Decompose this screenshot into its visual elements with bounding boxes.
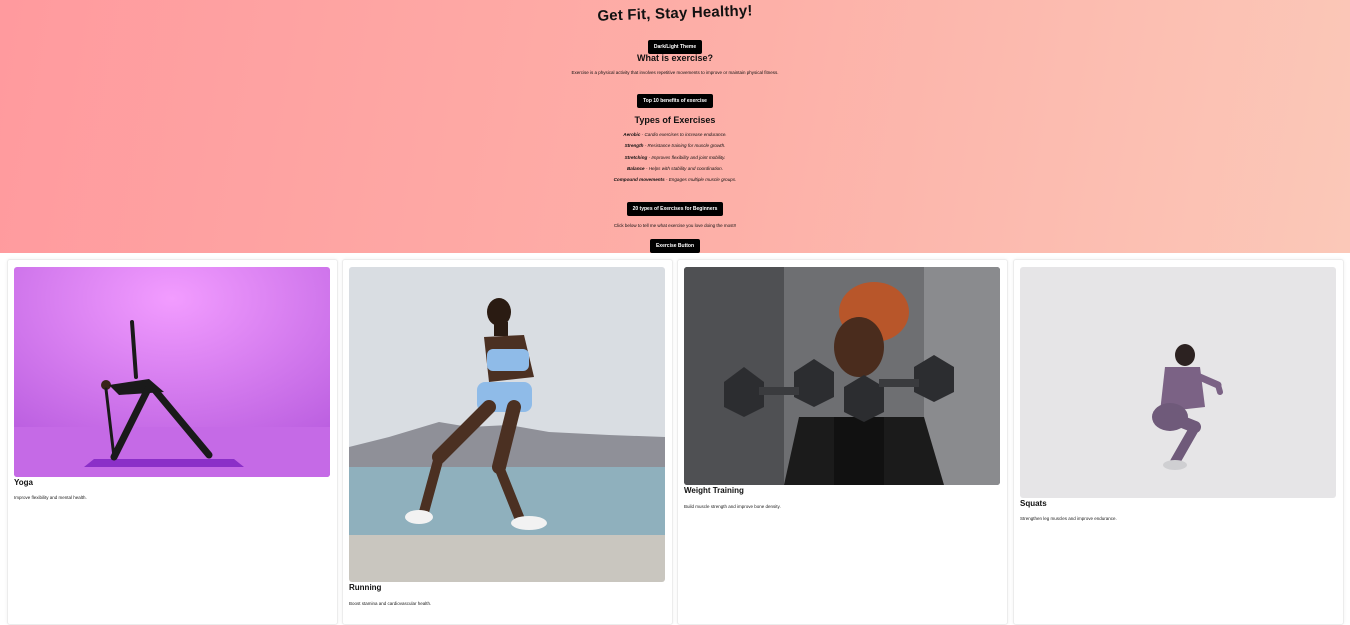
card-squats: Squats Strengthen leg muscles and improv… [1013, 259, 1344, 625]
card-title: Running [349, 583, 382, 592]
what-text: Exercise is a physical activity that inv… [571, 70, 779, 75]
exercise-button[interactable]: Exercise Button [649, 239, 701, 253]
running-image [349, 267, 665, 582]
hero-section: Get Fit, Stay Healthy! Dark/Light Theme … [0, 0, 1350, 253]
types-list-item: Balance - Helps with stability and coord… [626, 165, 723, 171]
card-description: Boost stamina and cardiovascular health. [349, 601, 432, 606]
card-title: Weight Training [684, 486, 744, 495]
benefits-button[interactable]: Top 10 benefits of exercise [637, 94, 713, 108]
card-description: Build muscle strength and improve bone d… [684, 504, 781, 509]
exercise-cards: Yoga Improve flexibility and mental heal… [0, 259, 1350, 625]
card-title: Squats [1020, 499, 1047, 508]
click-prompt-text: Click below to tell me what exercise you… [613, 223, 737, 228]
card-description: Improve flexibility and mental health. [14, 495, 87, 500]
weight-training-image [684, 267, 1000, 485]
what-heading: What is exercise? [636, 53, 714, 63]
types-list-item: Compound movements - Engages multiple mu… [613, 177, 737, 183]
types-list: Aerobic - Cardio exercises to increase e… [0, 129, 1350, 185]
card-title: Yoga [14, 478, 33, 487]
types-list-item: Strength - Resistance training for muscl… [624, 143, 726, 149]
card-weight-training: Weight Training Build muscle strength an… [677, 259, 1008, 625]
squats-image [1020, 267, 1336, 498]
types-list-item: Aerobic - Cardio exercises to increase e… [623, 132, 727, 137]
types-list-item: Stretching - Improves flexibility and jo… [624, 154, 726, 160]
card-running: Running Boost stamina and cardiovascular… [342, 259, 673, 625]
beginners-button[interactable]: 20 types of Exercises for Beginners [626, 202, 724, 216]
yoga-image [14, 267, 330, 477]
card-description: Strengthen leg muscles and improve endur… [1020, 516, 1117, 521]
theme-toggle-button[interactable]: Dark/Light Theme [647, 40, 703, 54]
types-heading: Types of Exercises [634, 115, 716, 125]
card-yoga: Yoga Improve flexibility and mental heal… [7, 259, 338, 625]
